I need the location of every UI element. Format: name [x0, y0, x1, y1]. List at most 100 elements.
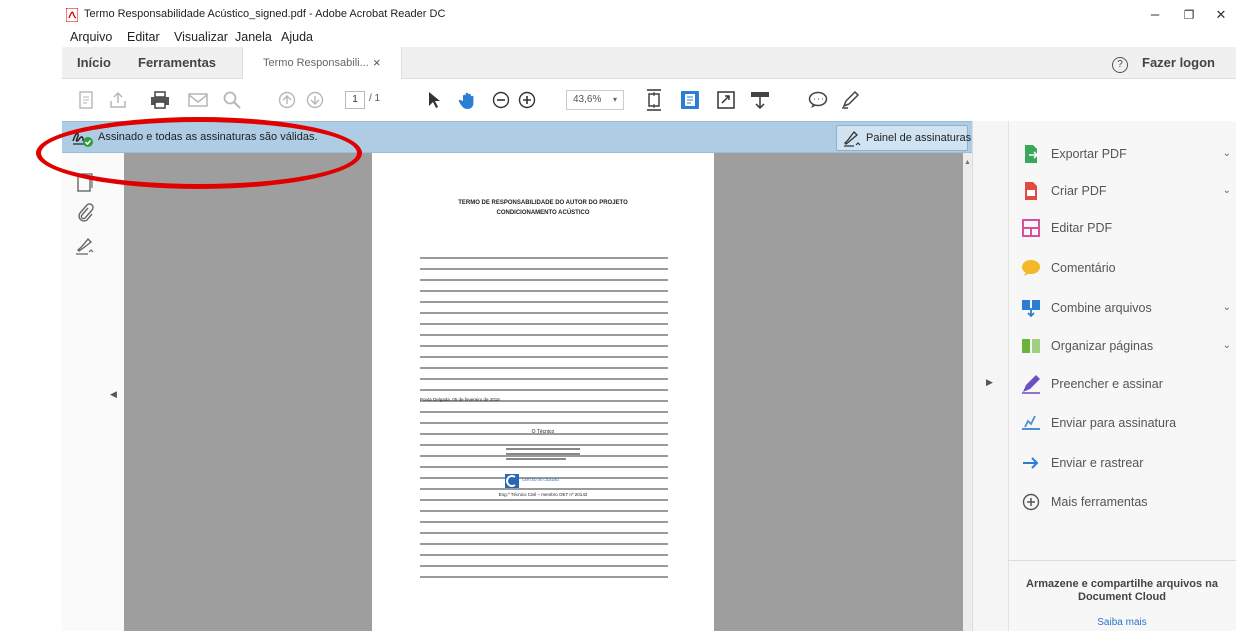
- signature-panel-button[interactable]: Painel de assinaturas: [836, 125, 972, 151]
- print-icon[interactable]: [148, 88, 172, 112]
- menu-editar[interactable]: Editar: [127, 30, 160, 44]
- comment-icon: [1022, 260, 1040, 276]
- menu-arquivo[interactable]: Arquivo: [70, 30, 112, 44]
- previous-page-icon[interactable]: [276, 88, 298, 112]
- collapse-tools-pane-icon[interactable]: ▶: [986, 377, 993, 388]
- comment-tool-icon[interactable]: [806, 88, 830, 112]
- zoom-in-icon[interactable]: [516, 88, 538, 112]
- tab-bar: Início Ferramentas Termo Responsabili...…: [62, 47, 1236, 79]
- email-icon[interactable]: [186, 88, 210, 112]
- pdf-page: TERMO DE RESPONSABILIDADE DO AUTOR DO PR…: [372, 153, 714, 631]
- close-window-button[interactable]: ✕: [1206, 4, 1236, 26]
- edit-pdf-icon: [1022, 219, 1040, 237]
- chevron-down-icon[interactable]: ⌄: [1223, 302, 1231, 313]
- window-title: Termo Responsabilidade Acústico_signed.p…: [84, 8, 446, 20]
- tool-create-pdf[interactable]: Criar PDF ⌄: [1021, 174, 1235, 210]
- tool-send-for-signature[interactable]: Enviar para assinatura: [1021, 406, 1235, 442]
- tool-comment-label: Comentário: [1051, 261, 1116, 275]
- vertical-scrollbar[interactable]: ▲: [963, 153, 972, 631]
- tool-organize-pages-label: Organizar páginas: [1051, 339, 1154, 353]
- minimize-button[interactable]: –: [1140, 4, 1170, 26]
- page-total: / 1: [369, 93, 381, 104]
- tool-more-tools-label: Mais ferramentas: [1051, 495, 1148, 509]
- tool-organize-pages[interactable]: Organizar páginas ⌄: [1021, 329, 1235, 365]
- tool-fill-and-sign-label: Preencher e assinar: [1051, 377, 1163, 391]
- citizen-card-logo-icon: [505, 474, 519, 488]
- tool-edit-pdf[interactable]: Editar PDF: [1021, 211, 1235, 247]
- document-cloud-promo: Armazene e compartilhe arquivos na Docum…: [1008, 560, 1236, 631]
- attachments-icon[interactable]: [76, 203, 94, 223]
- full-screen-icon[interactable]: [714, 88, 738, 112]
- promo-title: Armazene e compartilhe arquivos na Docum…: [1026, 578, 1218, 603]
- share-icon[interactable]: [106, 88, 130, 112]
- export-pdf-icon: [1025, 145, 1039, 163]
- close-tab-icon[interactable]: ×: [373, 47, 381, 79]
- scroll-mode-icon[interactable]: [678, 88, 702, 112]
- tab-document-label: Termo Responsabili...: [263, 57, 369, 69]
- fill-sign-icon: [1022, 375, 1040, 394]
- tab-tools[interactable]: Ferramentas: [138, 47, 216, 79]
- send-track-icon: [1023, 457, 1039, 469]
- send-for-signature-icon: [1022, 415, 1040, 430]
- promo-learn-more-link[interactable]: Saiba mais: [1008, 617, 1236, 628]
- menu-ajuda[interactable]: Ajuda: [281, 30, 313, 44]
- tab-home[interactable]: Início: [77, 47, 111, 79]
- tool-send-for-signature-label: Enviar para assinatura: [1051, 416, 1177, 430]
- chevron-down-icon[interactable]: ⌄: [1223, 148, 1231, 159]
- tools-pane: Exportar PDF ⌄ Criar PDF ⌄ Editar PDF Co…: [1008, 121, 1236, 631]
- tool-comment[interactable]: Comentário: [1021, 251, 1235, 287]
- tool-combine-files-label: Combine arquivos: [1051, 301, 1152, 315]
- tool-fill-and-sign[interactable]: Preencher e assinar: [1021, 367, 1235, 403]
- create-pdf-tool-icon[interactable]: [76, 88, 96, 112]
- highlight-pen-icon[interactable]: [838, 88, 862, 112]
- chevron-down-icon[interactable]: ⌄: [1223, 185, 1231, 196]
- red-annotation-ellipse: [36, 117, 362, 189]
- tool-create-pdf-label: Criar PDF: [1051, 184, 1107, 198]
- document-footer: Eng.º Técnico Civil – membro OET nº 2014…: [498, 492, 588, 497]
- signatures-icon[interactable]: [75, 235, 97, 255]
- menu-visualizar[interactable]: Visualizar: [174, 30, 228, 44]
- tool-send-and-track-label: Enviar e rastrear: [1051, 456, 1144, 470]
- hand-tool-icon[interactable]: [456, 88, 480, 112]
- tool-send-and-track[interactable]: Enviar e rastrear: [1021, 446, 1235, 482]
- scroll-up-icon[interactable]: ▲: [964, 159, 971, 166]
- tool-export-pdf-label: Exportar PDF: [1051, 147, 1127, 161]
- signature-panel-label: Painel de assinaturas: [866, 132, 972, 144]
- signature-pen-icon: [843, 131, 861, 147]
- place-date: Ponta Delgada, 05 de fevereiro de 2018: [420, 397, 500, 402]
- menu-janela[interactable]: Janela: [235, 30, 272, 44]
- restore-button[interactable]: ❐: [1174, 4, 1204, 26]
- tools-pane-collapse-strip: ▶: [972, 121, 1008, 631]
- signer-role: O Técnico: [531, 429, 555, 435]
- search-icon[interactable]: [220, 88, 244, 112]
- create-pdf-icon: [1025, 182, 1037, 200]
- tool-combine-files[interactable]: Combine arquivos ⌄: [1021, 291, 1235, 327]
- more-tools-icon: [1022, 493, 1040, 511]
- acrobat-app-icon: [66, 8, 78, 22]
- chevron-down-icon: ▾: [612, 95, 617, 104]
- select-cursor-icon[interactable]: [424, 88, 444, 112]
- tool-edit-pdf-label: Editar PDF: [1051, 221, 1113, 235]
- zoom-out-icon[interactable]: [490, 88, 512, 112]
- zoom-select[interactable]: 43,6% ▾: [566, 90, 624, 110]
- title-bar: Termo Responsabilidade Acústico_signed.p…: [0, 0, 1236, 30]
- help-icon[interactable]: ?: [1112, 47, 1128, 79]
- chevron-down-icon[interactable]: ⌄: [1223, 340, 1231, 351]
- zoom-value: 43,6%: [573, 94, 602, 105]
- read-mode-icon[interactable]: [748, 88, 772, 112]
- toolbar: 1 / 1 43,6% ▾: [62, 80, 1236, 120]
- left-panel-toggle-icon[interactable]: ◀: [110, 389, 117, 400]
- tab-document[interactable]: Termo Responsabili... ×: [242, 47, 402, 79]
- page-number-input[interactable]: 1: [345, 91, 365, 109]
- next-page-icon[interactable]: [304, 88, 326, 112]
- fit-page-icon[interactable]: [642, 88, 666, 112]
- citizen-card-label: CARTÃO DE CIDADÃO: [522, 478, 560, 482]
- menu-bar: Arquivo Editar Visualizar Janela Ajuda: [0, 30, 1236, 46]
- left-navigation-panel: ◀: [62, 153, 124, 631]
- tool-export-pdf[interactable]: Exportar PDF ⌄: [1021, 137, 1235, 173]
- organize-pages-icon: [1022, 339, 1040, 353]
- login-link[interactable]: Fazer logon: [1142, 47, 1215, 79]
- tool-more-tools[interactable]: Mais ferramentas: [1021, 485, 1235, 521]
- combine-files-icon: [1022, 300, 1040, 318]
- document-title: TERMO DE RESPONSABILIDADE DO AUTOR DO PR…: [458, 200, 628, 216]
